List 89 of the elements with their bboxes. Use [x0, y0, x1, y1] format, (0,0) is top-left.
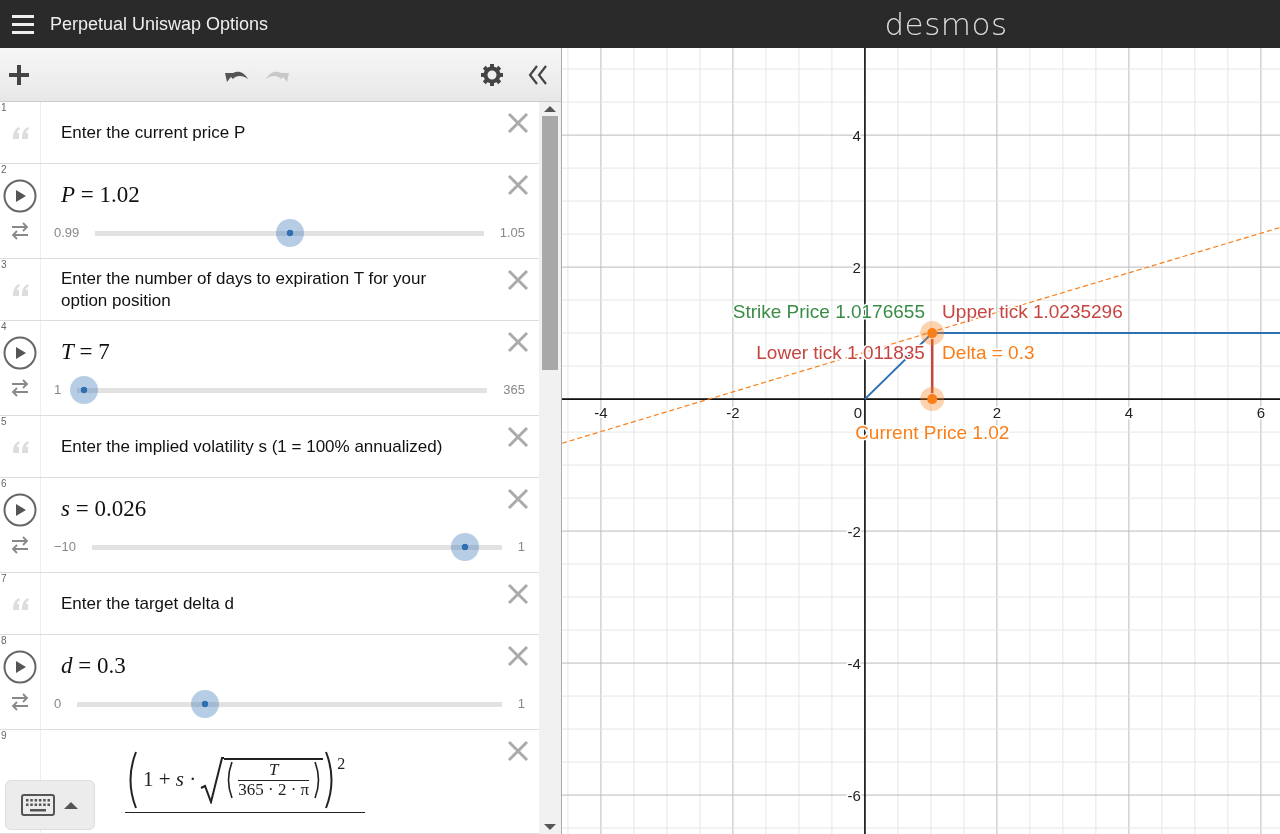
- loop-icon[interactable]: [10, 378, 30, 398]
- close-button[interactable]: [507, 331, 529, 353]
- slider-max[interactable]: 365: [503, 380, 525, 400]
- close-icon: [507, 488, 529, 510]
- loop-icon[interactable]: [10, 535, 30, 555]
- line-number: 5: [1, 417, 7, 427]
- caret-icon: [63, 800, 79, 810]
- expression-input[interactable]: s = 0.026: [61, 494, 539, 524]
- axis-tick-label: -6: [847, 786, 861, 804]
- slider-min[interactable]: −10: [54, 537, 77, 557]
- axis-tick-label: -4: [594, 403, 608, 421]
- axis-tick-label: -2: [726, 403, 740, 421]
- menu-icon[interactable]: [12, 13, 34, 35]
- slider-thumb[interactable]: [275, 219, 304, 247]
- close-icon: [507, 331, 529, 353]
- slider-min[interactable]: 0.99: [54, 223, 80, 243]
- close-button[interactable]: [507, 583, 529, 605]
- close-icon: [507, 740, 529, 762]
- slider-min[interactable]: 0: [54, 694, 62, 714]
- line-number: 2: [1, 165, 7, 175]
- point-label: Upper tick 1.0235296: [942, 301, 1123, 323]
- point-drawing: [920, 321, 945, 346]
- note-text[interactable]: Enter the target delta d: [41, 584, 304, 623]
- slider-thumb[interactable]: [451, 533, 480, 561]
- axis-tick-label: 2: [992, 403, 1002, 421]
- fraction-denominator[interactable]: 365 · 2 · π: [238, 779, 310, 800]
- segment-drawing: [930, 339, 934, 394]
- axis-tick-label: 2: [852, 258, 861, 276]
- graph-title: Perpetual Uniswap Options: [50, 12, 269, 36]
- formula-term[interactable]: 1 + s ·: [139, 764, 201, 796]
- exponent[interactable]: 2: [337, 752, 346, 776]
- close-icon: [507, 112, 529, 134]
- point-label: Delta = 0.3: [942, 341, 1035, 363]
- quote-icon: [10, 124, 30, 140]
- line-number: 1: [1, 103, 7, 113]
- logo: desmos: [884, 5, 1008, 42]
- close-button[interactable]: [507, 645, 529, 667]
- quote-icon: [10, 595, 30, 611]
- play-button[interactable]: [3, 179, 37, 213]
- point-marker[interactable]: [920, 387, 945, 412]
- slider-min[interactable]: 1: [54, 380, 62, 400]
- line-number: 7: [1, 574, 7, 584]
- axis-tick-label: -4: [847, 654, 861, 672]
- line-number: 6: [1, 479, 7, 489]
- close-button[interactable]: [507, 112, 529, 134]
- axis-tick-label: 6: [1256, 403, 1266, 421]
- close-icon: [507, 426, 529, 448]
- line-number: 8: [1, 636, 7, 646]
- axis-tick-label: -2: [847, 522, 861, 540]
- note-text[interactable]: Enter the number of days to expiration T for your option position: [41, 259, 539, 320]
- axis-tick-label: 4: [852, 126, 861, 144]
- fraction-numerator[interactable]: T: [238, 760, 310, 780]
- close-icon: [507, 174, 529, 196]
- settings-icon[interactable]: [481, 63, 503, 86]
- keyboard-button[interactable]: [5, 780, 95, 830]
- expression-input[interactable]: d = 0.3: [61, 651, 539, 681]
- play-button[interactable]: [3, 493, 37, 527]
- loop-icon[interactable]: [10, 692, 30, 712]
- add-icon[interactable]: [8, 63, 30, 86]
- axis-tick-label: 0: [853, 403, 863, 421]
- close-button[interactable]: [507, 426, 529, 448]
- slider-max[interactable]: 1: [517, 537, 525, 557]
- slider-max[interactable]: 1: [517, 694, 525, 714]
- close-button[interactable]: [507, 488, 529, 510]
- close-icon: [507, 583, 529, 605]
- note-text[interactable]: Enter the implied volatility s (1 = 100% annualized): [41, 427, 513, 466]
- quote-icon: [10, 438, 30, 454]
- loop-icon[interactable]: [10, 221, 30, 241]
- quote-icon: [10, 281, 30, 297]
- line-number: 3: [1, 260, 7, 270]
- close-icon: [507, 645, 529, 667]
- play-button[interactable]: [3, 650, 37, 684]
- line-number: 4: [1, 322, 7, 332]
- axis-tick-label: 4: [1124, 403, 1134, 421]
- slider-thumb[interactable]: [190, 690, 219, 718]
- slider-thumb[interactable]: [69, 376, 98, 404]
- expression-input[interactable]: P = 1.02: [61, 180, 539, 210]
- keyboard-icon: [21, 794, 55, 816]
- close-button[interactable]: [507, 174, 529, 196]
- close-icon: [507, 269, 529, 291]
- note-text[interactable]: Enter the current price P: [41, 113, 316, 152]
- close-button[interactable]: [507, 269, 529, 291]
- scrollbar-thumb[interactable]: [542, 116, 558, 370]
- play-button[interactable]: [3, 336, 37, 370]
- close-button[interactable]: [507, 740, 529, 762]
- slider-max[interactable]: 1.05: [499, 223, 525, 243]
- line-number: 9: [1, 731, 7, 741]
- collapse-icon[interactable]: [527, 63, 549, 86]
- expression-input[interactable]: T = 7: [61, 337, 539, 367]
